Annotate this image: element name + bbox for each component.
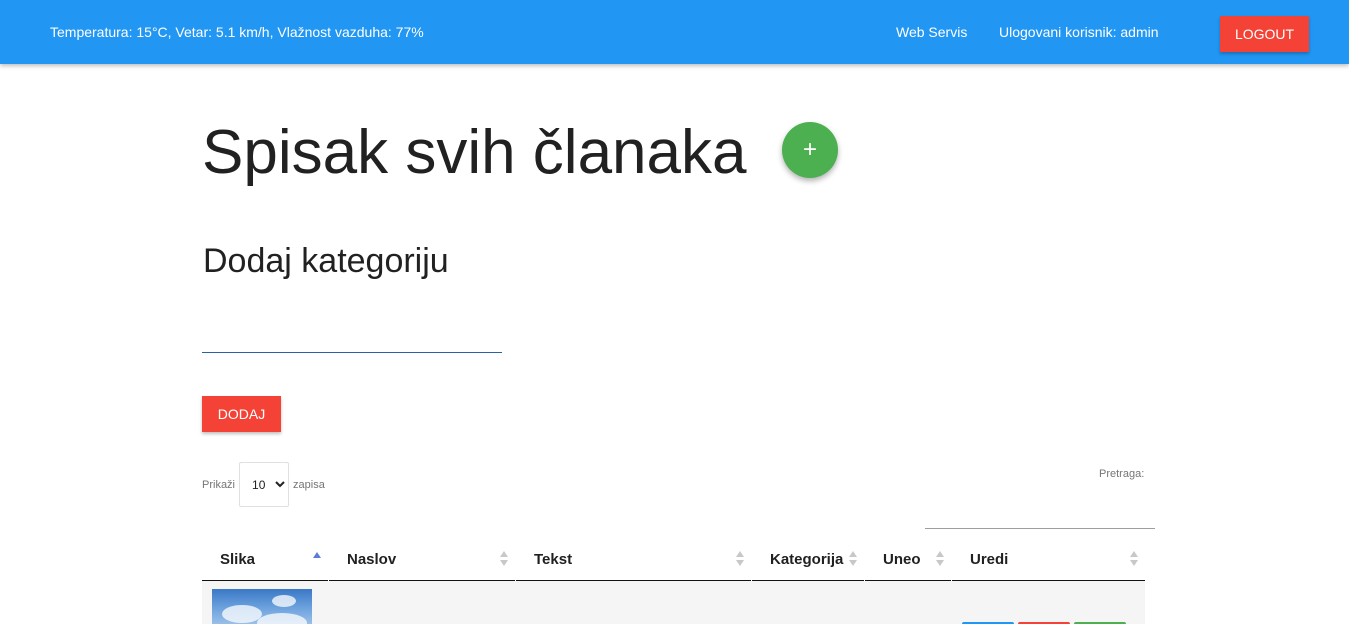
weather-info: Temperatura: 15°C, Vetar: 5.1 km/h, Vlaž… — [50, 24, 424, 40]
article-thumbnail — [212, 589, 312, 624]
column-header-naslov[interactable]: Naslov — [329, 538, 515, 581]
add-category-button[interactable]: DODAJ — [202, 396, 281, 432]
column-header-kategorija[interactable]: Kategorija — [752, 538, 864, 581]
category-name-input[interactable] — [202, 320, 502, 353]
table-row — [202, 581, 1145, 624]
page-length-select[interactable]: 10 — [239, 462, 290, 507]
sort-icon — [936, 551, 944, 567]
sort-icon — [500, 551, 508, 567]
search-label: Pretraga: — [1099, 468, 1145, 480]
records-label: zapisa — [293, 478, 325, 491]
sort-icon — [736, 551, 744, 567]
show-label: Prikaži — [202, 478, 236, 491]
column-header-uredi[interactable]: Uredi — [952, 538, 1145, 581]
plus-icon: + — [802, 136, 817, 163]
page-title: Spisak svih članaka — [202, 118, 747, 187]
sort-ascending-icon — [313, 551, 321, 567]
add-category-title: Dodaj kategoriju — [203, 242, 449, 280]
sort-icon — [849, 551, 857, 567]
column-header-tekst[interactable]: Tekst — [516, 538, 751, 581]
column-header-uneo[interactable]: Uneo — [865, 538, 951, 581]
sort-icon — [1130, 551, 1138, 567]
column-label: Naslov — [347, 551, 397, 568]
top-navbar: Temperatura: 15°C, Vetar: 5.1 km/h, Vlaž… — [0, 0, 1349, 64]
column-label: Kategorija — [770, 551, 844, 568]
column-label: Uredi — [970, 551, 1009, 568]
column-label: Slika — [220, 551, 256, 568]
web-servis-link[interactable]: Web Servis — [896, 24, 967, 41]
search-input[interactable] — [925, 497, 1155, 529]
add-article-button[interactable]: + — [782, 122, 838, 178]
column-label: Uneo — [883, 551, 921, 568]
page-length-control: Prikaži 10 zapisa — [202, 462, 325, 507]
column-label: Tekst — [534, 551, 573, 568]
column-header-slika[interactable]: Slika — [202, 538, 328, 581]
logged-in-user: Ulogovani korisnik: admin — [999, 24, 1159, 40]
logout-button[interactable]: LOGOUT — [1220, 16, 1309, 52]
